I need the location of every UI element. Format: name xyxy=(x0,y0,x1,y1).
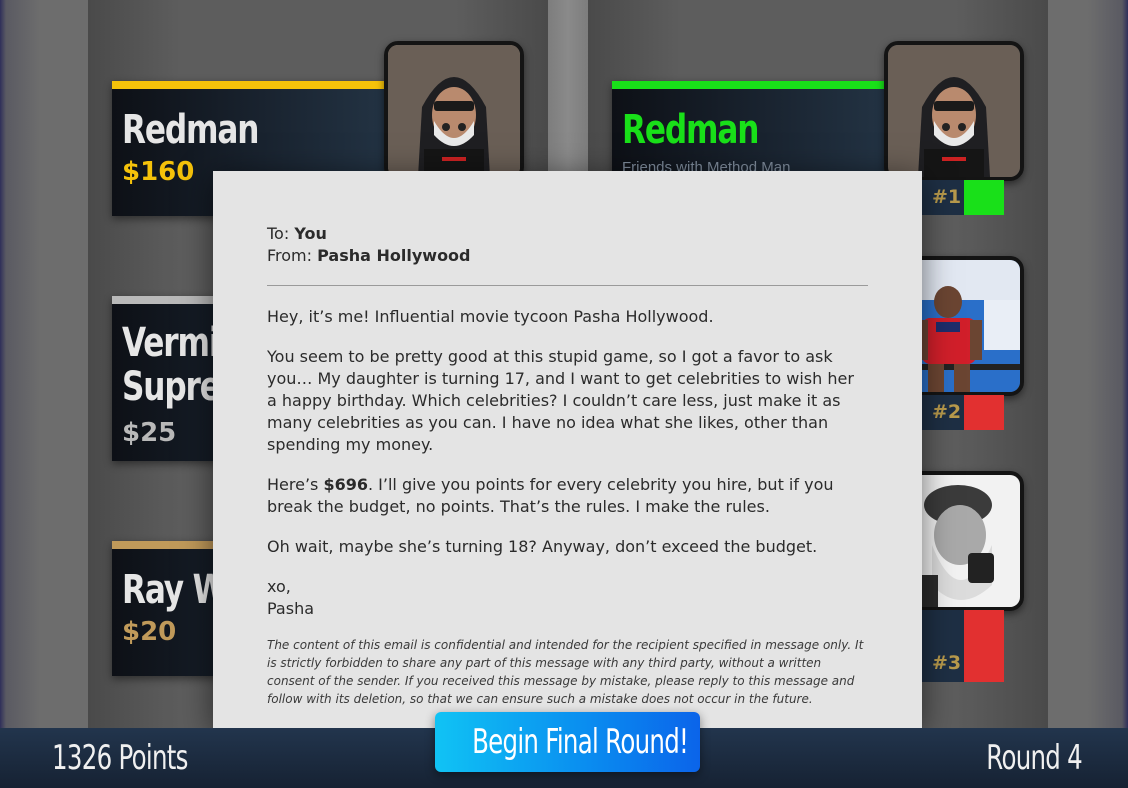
email-from-label: From: xyxy=(267,246,313,265)
email-dialog: To: You From: Pasha Hollywood Hey, it’s … xyxy=(213,171,922,728)
rank-label-3: #3 xyxy=(932,652,962,674)
celebrity-photo-redman xyxy=(384,41,524,181)
celebrity-name: Redman xyxy=(122,107,259,153)
rank-label-1: #1 xyxy=(932,186,962,208)
email-signature: Pasha xyxy=(267,599,315,618)
email-from-line: From: Pasha Hollywood xyxy=(267,245,868,267)
begin-final-round-button[interactable]: Begin Final Round! xyxy=(435,712,700,772)
email-paragraph-intro: Hey, it’s me! Influential movie tycoon P… xyxy=(267,307,714,326)
celebrity-price: $160 xyxy=(122,157,195,187)
rank-status-swatch-2 xyxy=(964,395,1004,430)
celebrity-price: $25 xyxy=(122,418,177,448)
email-from-value: Pasha Hollywood xyxy=(317,246,471,265)
email-paragraph-budget: Here’s $696. I’ll give you points for ev… xyxy=(267,474,868,518)
budget-text-before: Here’s xyxy=(267,475,324,494)
rank-label-2: #2 xyxy=(932,401,962,423)
email-to-value: You xyxy=(294,224,327,243)
budget-amount: $696 xyxy=(323,475,368,494)
rank-status-swatch-3 xyxy=(964,610,1004,682)
celebrity-photo-redman-selected xyxy=(884,41,1024,181)
email-signoff: xo, xyxy=(267,577,291,596)
email-to-line: To: You xyxy=(267,223,868,245)
email-paragraph-postscript: Oh wait, maybe she’s turning 18? Anyway,… xyxy=(267,537,818,556)
card-top-bar xyxy=(112,81,402,89)
email-legal-disclaimer: The content of this email is confidentia… xyxy=(267,638,864,706)
card-top-bar xyxy=(612,81,902,89)
celebrity-name: Redman xyxy=(622,107,759,153)
email-signoff-block: xo, Pasha xyxy=(267,576,868,620)
round-indicator: Round 4 xyxy=(986,738,1083,778)
rank-status-swatch-1 xyxy=(964,180,1004,215)
email-divider xyxy=(267,285,868,286)
email-paragraph-request: You seem to be pretty good at this stupi… xyxy=(267,347,854,454)
begin-button-label: Begin Final Round! xyxy=(472,722,689,762)
email-to-label: To: xyxy=(267,224,290,243)
celebrity-price: $20 xyxy=(122,617,177,647)
points-counter: 1326 Points xyxy=(52,738,188,778)
